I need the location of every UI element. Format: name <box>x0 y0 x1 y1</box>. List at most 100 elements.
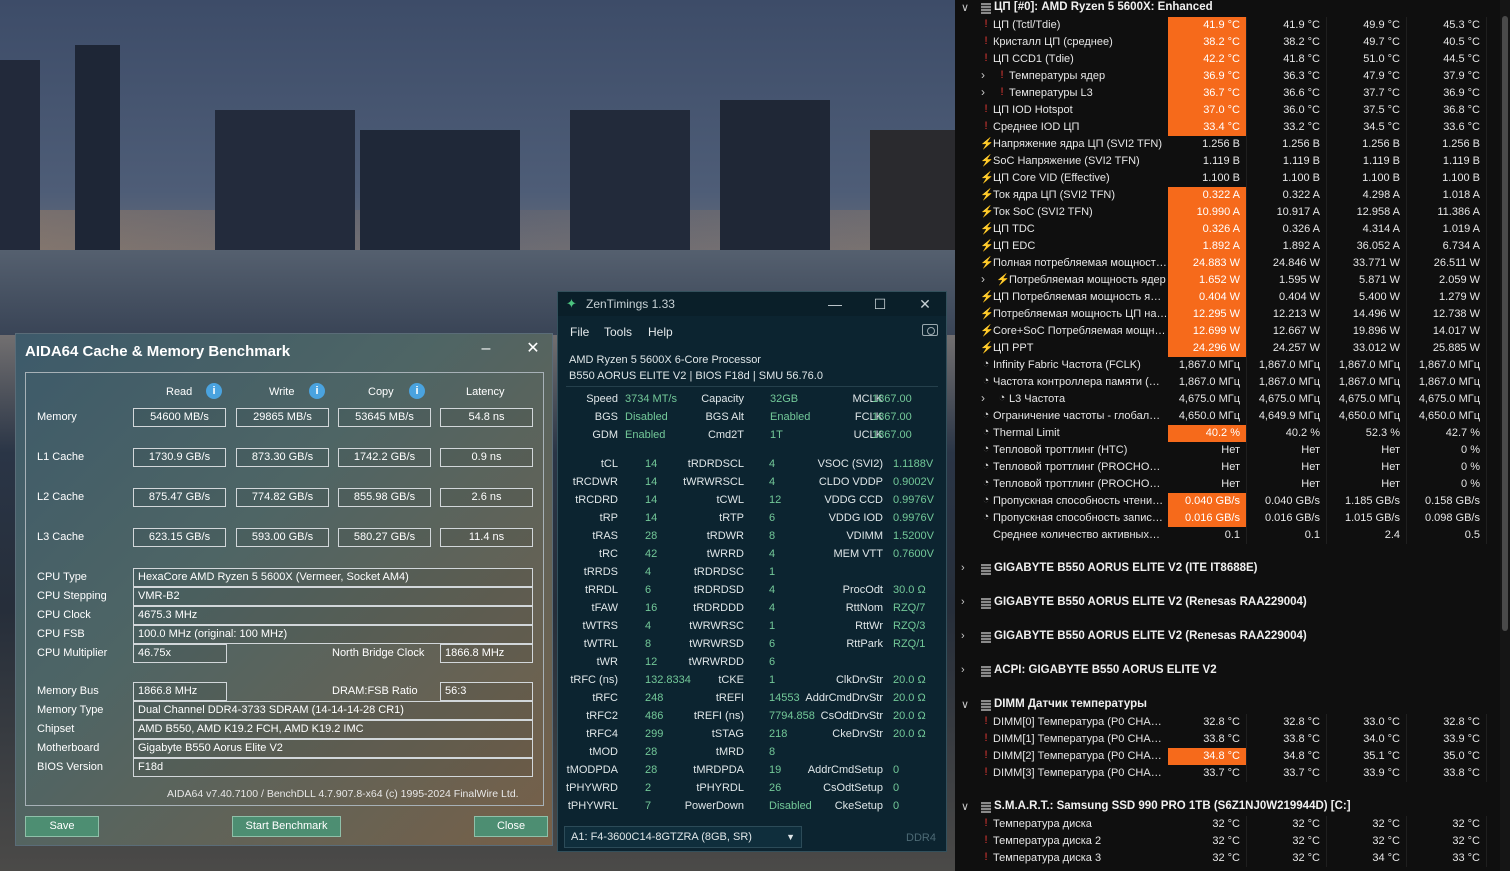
close-icon[interactable]: ✕ <box>910 294 940 314</box>
menu-help[interactable]: Help <box>648 325 673 339</box>
info-icon[interactable]: i <box>409 383 425 399</box>
current-value: 34.8 °C <box>1168 748 1247 765</box>
sensor-row[interactable]: ! ЦП CCD1 (Tdie) 42.2 °C 41.8 °C 51.0 °C 44.5… <box>955 51 1510 68</box>
sensor-row[interactable]: ›! Температуры L3 36.7 °C 36.6 °C 37.7 °C 36.… <box>955 85 1510 102</box>
zentimings-window: ✦ ZenTimings 1.33 — ☐ ✕ File Tools Help … <box>557 291 947 852</box>
cpu-name: AMD Ryzen 5 5600X 6-Core Processor <box>569 354 761 366</box>
sensor-row[interactable]: Среднее количество активных… 0.1 0.1 2.4 0.5 <box>955 527 1510 544</box>
sensor-row[interactable]: ⚡ ЦП PPT 24.296 W 24.257 W 33.012 W 25.885 W <box>955 340 1510 357</box>
current-value: 4,650.0 МГц <box>1168 408 1247 425</box>
timing-label: tRDRDSC <box>693 566 744 578</box>
sensor-group[interactable]: › GIGABYTE B550 AORUS ELITE V2 (ITE IT868… <box>955 561 1510 578</box>
scrollbar[interactable] <box>1500 0 1510 871</box>
close-button[interactable]: Close <box>474 816 548 837</box>
sensor-type-icon: ⚡ <box>980 291 994 303</box>
sensor-row[interactable]: ⚡ Core+SoC Потребляемая мощн… 12.699 W 12.6… <box>955 323 1510 340</box>
sensor-row[interactable]: ◔ Тепловой троттлинг (PROCHO… Нет Нет Нет 0 % <box>955 476 1510 493</box>
sensor-row[interactable]: ! Температура диска 3 32 °C 32 °C 34 °C 33 °C <box>955 850 1510 867</box>
save-button[interactable]: Save <box>25 816 99 837</box>
info-icon[interactable]: i <box>309 383 325 399</box>
sensor-row[interactable]: ◔ Ограничение частоты - глобал… 4,650.0 МГ… <box>955 408 1510 425</box>
sensor-row[interactable]: ◔ Тепловой троттлинг (PROCHO… Нет Нет Нет 0 % <box>955 459 1510 476</box>
sensor-row[interactable]: ◔ Infinity Fabric Частота (FCLK) 1,867.0 М… <box>955 357 1510 374</box>
close-icon[interactable]: ✕ <box>518 338 548 360</box>
sensor-row[interactable]: ◔ Пропускная способность чтени… 0.040 GB/s… <box>955 493 1510 510</box>
sensor-group[interactable]: › GIGABYTE B550 AORUS ELITE V2 (Renesas R… <box>955 629 1510 646</box>
sensor-row[interactable]: ⚡ SoC Напряжение (SVI2 TFN) 1.119 В 1.119 В… <box>955 153 1510 170</box>
sensor-group[interactable]: ∨ S.M.A.R.T.: Samsung SSD 990 PRO 1TB (S6… <box>955 799 1510 816</box>
expand-chevron-icon[interactable]: › <box>981 272 985 286</box>
benchmark-value: 1730.9 GB/s <box>133 448 226 467</box>
sensor-row[interactable]: ◔ Частота контроллера памяти (… 1,867.0 МГ… <box>955 374 1510 391</box>
sensor-row[interactable]: ⚡ Ток SoC (SVI2 TFN) 10.990 A 10.917 A 12.95… <box>955 204 1510 221</box>
menu-file[interactable]: File <box>570 325 589 339</box>
sensor-row[interactable]: › ⚡ Потребляемая мощность ядер 1.652 W 1.595… <box>955 272 1510 289</box>
info-icon[interactable]: i <box>206 383 222 399</box>
sensor-row[interactable]: ◔ Тепловой троттлинг (HTC) Нет Нет Нет 0 % <box>955 442 1510 459</box>
expand-chevron-icon[interactable]: ∨ <box>961 800 969 813</box>
sensor-row[interactable]: ⚡ Полная потребляемая мощност… 24.883 W 24.… <box>955 255 1510 272</box>
sensor-group[interactable]: ∨ ЦП [#0]: AMD Ryzen 5 5600X: Enhanced <box>955 0 1510 17</box>
expand-chevron-icon[interactable]: › <box>961 664 965 676</box>
sensor-row[interactable]: ! Температура диска 32 °C 32 °C 32 °C 32 °C <box>955 816 1510 833</box>
sensor-row[interactable]: ⚡ ЦП EDC 1.892 A 1.892 A 36.052 A 6.734 A <box>955 238 1510 255</box>
minimize-button[interactable]: – <box>471 338 501 360</box>
expand-chevron-icon[interactable]: ∨ <box>961 698 969 711</box>
sensor-row[interactable]: ⚡ Напряжение ядра ЦП (SVI2 TFN) 1.256 В 1.2… <box>955 136 1510 153</box>
current-value: 37.0 °C <box>1168 102 1247 119</box>
sensor-group[interactable]: › ACPI: GIGABYTE B550 AORUS ELITE V2 <box>955 663 1510 680</box>
sensor-name: Тепловой троттлинг (PROCHO… <box>993 461 1161 473</box>
info-value: AMD B550, AMD K19.2 FCH, AMD K19.2 IMC <box>133 720 533 739</box>
benchmark-value: 54.8 ns <box>440 408 533 427</box>
sensor-row[interactable]: ! Температура диска 2 32 °C 32 °C 32 °C 32 °C <box>955 833 1510 850</box>
memory-module-select[interactable]: A1: F4-3600C14-8GTZRA (8GB, SR) ▼ <box>564 826 802 848</box>
sensor-row[interactable]: ⚡ ЦП Core VID (Effective) 1.100 В 1.100 В 1.… <box>955 170 1510 187</box>
sensor-row[interactable]: ! DIMM[2] Температура (P0 CHA… 34.8 °C 34.8… <box>955 748 1510 765</box>
sensor-row[interactable]: ›! Температуры ядер 36.9 °C 36.3 °C 47.9 °C 3… <box>955 68 1510 85</box>
timing-value: 0.9976V <box>893 494 934 506</box>
sensor-row[interactable]: ! ЦП IOD Hotspot 37.0 °C 36.0 °C 37.5 °C 36.8… <box>955 102 1510 119</box>
sensor-row[interactable]: ! Среднее IOD ЦП 33.4 °C 33.2 °C 34.5 °C 33.6… <box>955 119 1510 136</box>
maximize-icon[interactable]: ☐ <box>865 294 895 314</box>
expand-chevron-icon[interactable]: › <box>961 562 965 574</box>
sensor-row[interactable]: ! Кристалл ЦП (среднее) 38.2 °C 38.2 °C 49.7… <box>955 34 1510 51</box>
sensor-row[interactable]: ⚡ Ток ядра ЦП (SVI2 TFN) 0.322 A 0.322 A 4.2… <box>955 187 1510 204</box>
sensor-row[interactable]: ◔ Пропускная способность запис… 0.016 GB/s… <box>955 510 1510 527</box>
expand-chevron-icon[interactable]: › <box>981 391 985 405</box>
sensor-row[interactable]: ! DIMM[3] Температура (P0 CHA… 33.7 °C 33.7… <box>955 765 1510 782</box>
sensor-row[interactable]: ⚡ ЦП Потребляемая мощность я… 0.404 W 0.404… <box>955 289 1510 306</box>
expand-chevron-icon[interactable]: ∨ <box>961 1 969 14</box>
sensor-group[interactable]: ∨ DIMM Датчик температуры <box>955 697 1510 714</box>
sensor-name: Потребляемая мощность ЦП на… <box>993 308 1166 320</box>
expand-chevron-icon[interactable]: › <box>961 596 965 608</box>
sensor-row[interactable]: ! ЦП (Tctl/Tdie) 41.9 °C 41.9 °C 49.9 °C 45.3… <box>955 17 1510 34</box>
sensor-row[interactable]: ⚡ ЦП TDC 0.326 A 0.326 A 4.314 A 1.019 A <box>955 221 1510 238</box>
timing-label: tPHYRDL <box>696 782 744 794</box>
start-benchmark-button[interactable]: Start Benchmark <box>232 816 341 837</box>
screenshot-camera-icon[interactable] <box>922 324 938 336</box>
sensor-type-icon: ! <box>984 851 988 863</box>
expand-chevron-icon[interactable]: › <box>961 630 965 642</box>
max-value: 1.185 GB/s <box>1327 493 1407 510</box>
sensor-row[interactable]: › ◔ L3 Частота 4,675.0 МГц 4,675.0 МГц 4,675.… <box>955 391 1510 408</box>
sensor-name: Ток ядра ЦП (SVI2 TFN) <box>993 189 1116 201</box>
sensor-row[interactable]: ⚡ Потребляемая мощность ЦП на… 12.295 W 12.… <box>955 306 1510 323</box>
expand-chevron-icon[interactable]: › <box>981 85 985 99</box>
current-value: 36.9 °C <box>1168 68 1247 85</box>
min-value: 36.3 °C <box>1247 68 1327 85</box>
sensor-name: Тепловой троттлинг (PROCHO… <box>993 478 1161 490</box>
group-title: GIGABYTE B550 AORUS ELITE V2 (Renesas RA… <box>994 630 1307 642</box>
sensor-row[interactable]: ! DIMM[0] Температура (P0 CHA… 32.8 °C 32.8… <box>955 714 1510 731</box>
menu-tools[interactable]: Tools <box>604 325 632 339</box>
minimize-icon[interactable]: — <box>820 294 850 314</box>
expand-chevron-icon[interactable]: › <box>981 68 985 82</box>
sensor-row[interactable]: ◔ Thermal Limit 40.2 % 40.2 % 52.3 % 42.7 % <box>955 425 1510 442</box>
sensor-type-icon: ! <box>984 120 988 132</box>
sensor-type-icon: ◔ <box>982 511 990 523</box>
timing-value: 1.5200V <box>893 530 934 542</box>
sensor-row[interactable]: ! DIMM[1] Температура (P0 CHA… 33.8 °C 33.8… <box>955 731 1510 748</box>
row-label: L1 Cache <box>37 451 85 463</box>
timing-label: tMODPDA <box>566 764 618 776</box>
scrollbar-thumb[interactable] <box>1502 16 1508 631</box>
sensor-group[interactable]: › GIGABYTE B550 AORUS ELITE V2 (Renesas R… <box>955 595 1510 612</box>
